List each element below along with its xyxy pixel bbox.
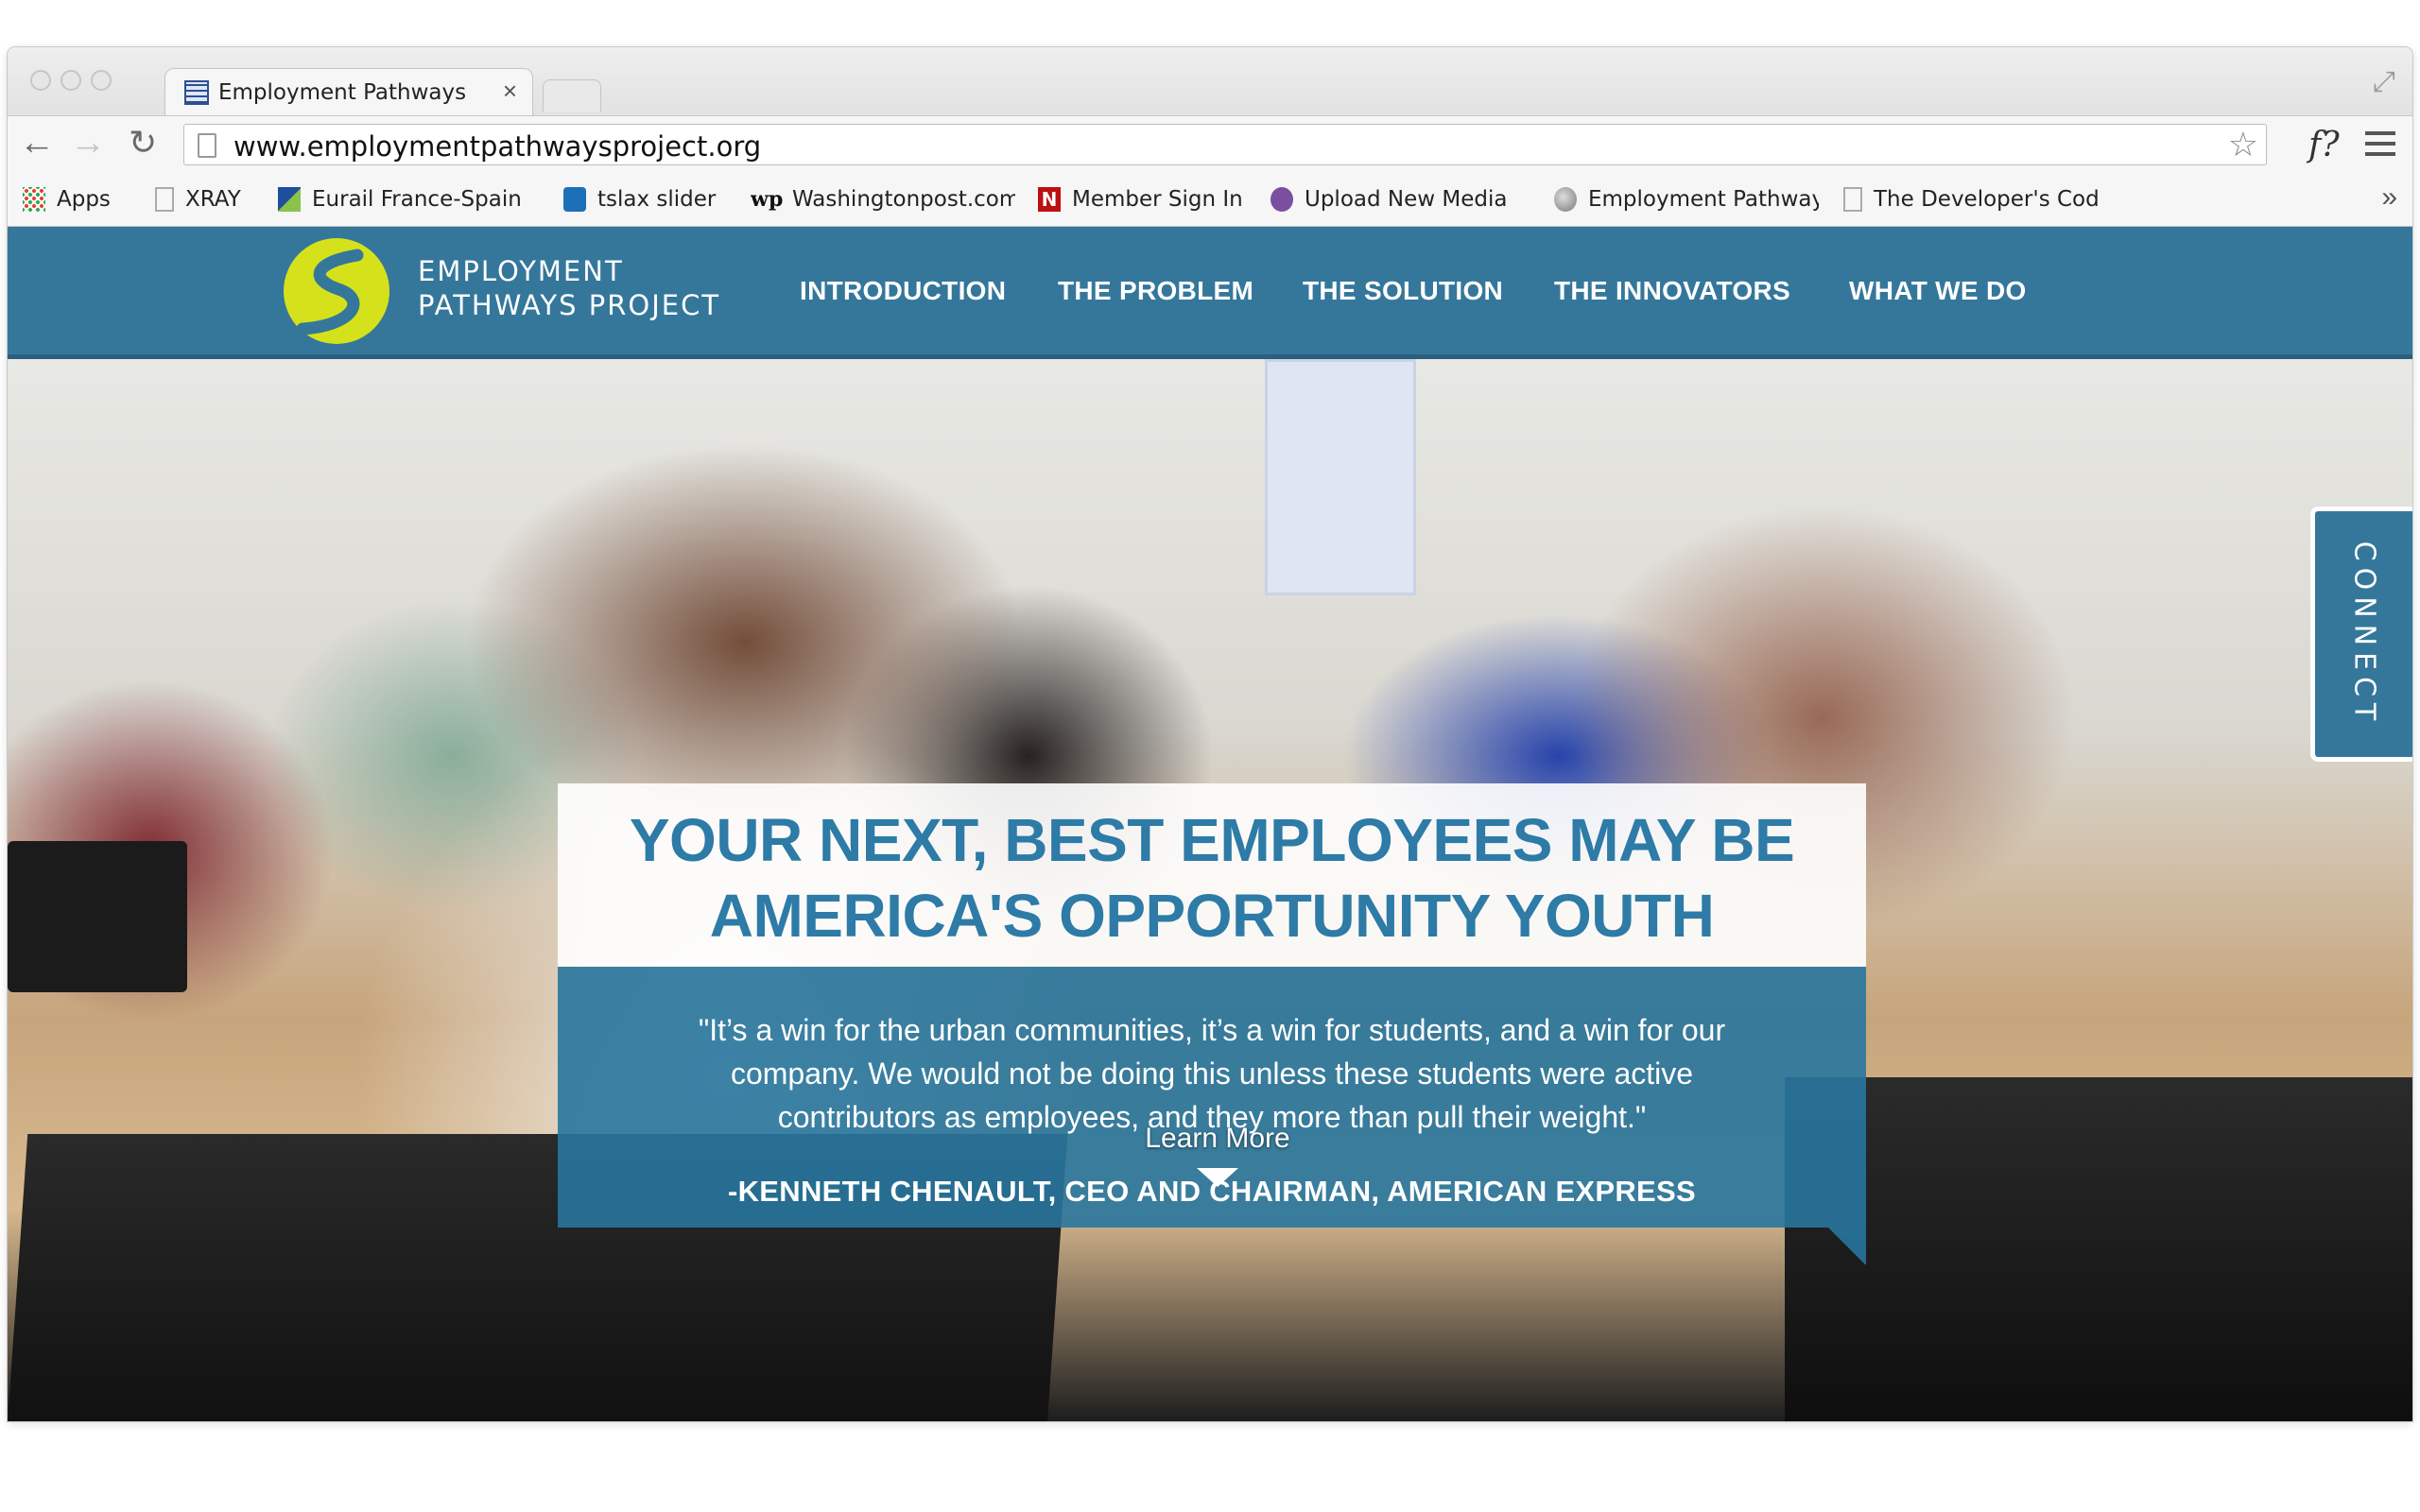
site-favicon-icon [184, 80, 209, 105]
nav-the-solution[interactable]: THE SOLUTION [1303, 276, 1503, 306]
bookmark-label: Member Sign In [1072, 187, 1243, 212]
hero-headline: YOUR NEXT, BEST EMPLOYEES MAY BE AMERICA… [629, 806, 1795, 950]
bookmark-label: XRAY [185, 187, 241, 212]
new-tab-button[interactable] [543, 79, 601, 112]
bookmark-member-sign-in[interactable]: N Member Sign In [1038, 185, 1243, 214]
eurail-icon [278, 187, 301, 212]
connect-label: CONNECT [2347, 541, 2380, 728]
speech-bubble-tail [1828, 1228, 1866, 1265]
down-arrow-icon [1197, 1168, 1238, 1187]
wordpress-icon [1270, 187, 1293, 212]
page-icon [155, 187, 174, 212]
wall-poster [1265, 359, 1416, 595]
laptop-foreground-right [1785, 1077, 2412, 1421]
browser-toolbar: ← → ↻ www.employmentpathwaysproject.org … [8, 115, 2412, 170]
url-text[interactable]: www.employmentpathwaysproject.org [233, 130, 761, 163]
hamburger-menu-icon[interactable] [2365, 131, 2395, 156]
bookmark-upload-new-media[interactable]: Upload New Media [1270, 185, 1526, 214]
logo-text-line2[interactable]: PATHWAYS PROJECT [418, 289, 720, 321]
bookmark-label: Employment Pathway [1588, 187, 1819, 212]
site-header: EMPLOYMENT PATHWAYS PROJECT INTRODUCTION… [8, 227, 2412, 359]
bookmark-label: Eurail France-Spain [312, 187, 522, 212]
bookmark-label: Upload New Media [1305, 187, 1508, 212]
bookmark-label: Apps [57, 187, 111, 212]
learn-more-label: Learn More [1145, 1123, 1290, 1154]
bookmark-star-icon[interactable]: ☆ [2228, 125, 2258, 164]
back-arrow-icon[interactable]: ← [19, 124, 55, 162]
logo-mark-icon[interactable] [284, 238, 389, 344]
page-icon [1843, 187, 1862, 212]
bookmark-label: tslax slider [597, 187, 717, 212]
headline-panel: YOUR NEXT, BEST EMPLOYEES MAY BE AMERICA… [558, 783, 1866, 967]
fullscreen-icon[interactable]: ⤢ [2373, 66, 2395, 98]
nav-what-we-do[interactable]: WHAT WE DO [1849, 276, 2027, 306]
bookmark-employment-pathways[interactable]: Employment Pathway [1554, 185, 1819, 214]
hero-photo: CONNECT YOUR NEXT, BEST EMPLOYEES MAY BE… [8, 359, 2412, 1421]
page-icon [198, 133, 216, 158]
netflix-icon: N [1038, 187, 1061, 212]
nav-the-problem[interactable]: THE PROBLEM [1058, 276, 1253, 306]
globe-icon [1554, 187, 1577, 212]
close-tab-icon[interactable]: × [503, 77, 517, 106]
quote-panel: "It’s a win for the urban communities, i… [558, 967, 1866, 1265]
logo-text-line1[interactable]: EMPLOYMENT [418, 255, 624, 287]
apps-grid-icon [23, 187, 45, 212]
wp-icon: wp [751, 187, 784, 212]
close-window-button[interactable] [30, 70, 51, 91]
learn-more-button[interactable]: Learn More [1047, 1123, 1388, 1187]
tab-title: Employment Pathways [218, 80, 467, 105]
laptop-left-small [8, 841, 187, 992]
address-bar[interactable]: www.employmentpathwaysproject.org ☆ [183, 124, 2267, 165]
bookmark-label: The Developer's Cod [1874, 187, 2099, 212]
zoom-window-button[interactable] [91, 70, 112, 91]
bookmark-apps[interactable]: Apps [23, 185, 111, 214]
bookmark-label: Washingtonpost.com [792, 187, 1015, 212]
bookmark-developers-code[interactable]: The Developer's Cod [1843, 185, 2099, 214]
bookmark-tslax-slider[interactable]: tslax slider [563, 185, 716, 214]
testimonial-quote: "It’s a win for the urban communities, i… [698, 1013, 1726, 1134]
bookmark-eurail[interactable]: Eurail France-Spain [278, 185, 533, 214]
web-page: EMPLOYMENT PATHWAYS PROJECT INTRODUCTION… [8, 227, 2412, 1421]
reload-icon[interactable]: ↻ [129, 124, 157, 162]
bookmarks-bar: Apps XRAY Eurail France-Spain tslax slid… [8, 170, 2412, 227]
extension-button[interactable]: f? [2308, 126, 2340, 164]
browser-window: Employment Pathways × ⤢ ← → ↻ www.employ… [8, 47, 2412, 1421]
nav-the-innovators[interactable]: THE INNOVATORS [1554, 276, 1790, 306]
bookmark-xray[interactable]: XRAY [155, 185, 241, 214]
connect-tab[interactable]: CONNECT [2310, 507, 2412, 762]
minimize-window-button[interactable] [60, 70, 81, 91]
bookmark-washingtonpost[interactable]: wp Washingtonpost.com [751, 185, 1015, 214]
browser-tab-active[interactable]: Employment Pathways × [164, 68, 533, 117]
drop-icon [563, 187, 586, 212]
bookmarks-overflow-icon[interactable]: » [2381, 181, 2397, 214]
nav-introduction[interactable]: INTRODUCTION [800, 276, 1006, 306]
forward-arrow-icon[interactable]: → [70, 124, 106, 162]
tab-strip: Employment Pathways × ⤢ [8, 47, 2412, 117]
